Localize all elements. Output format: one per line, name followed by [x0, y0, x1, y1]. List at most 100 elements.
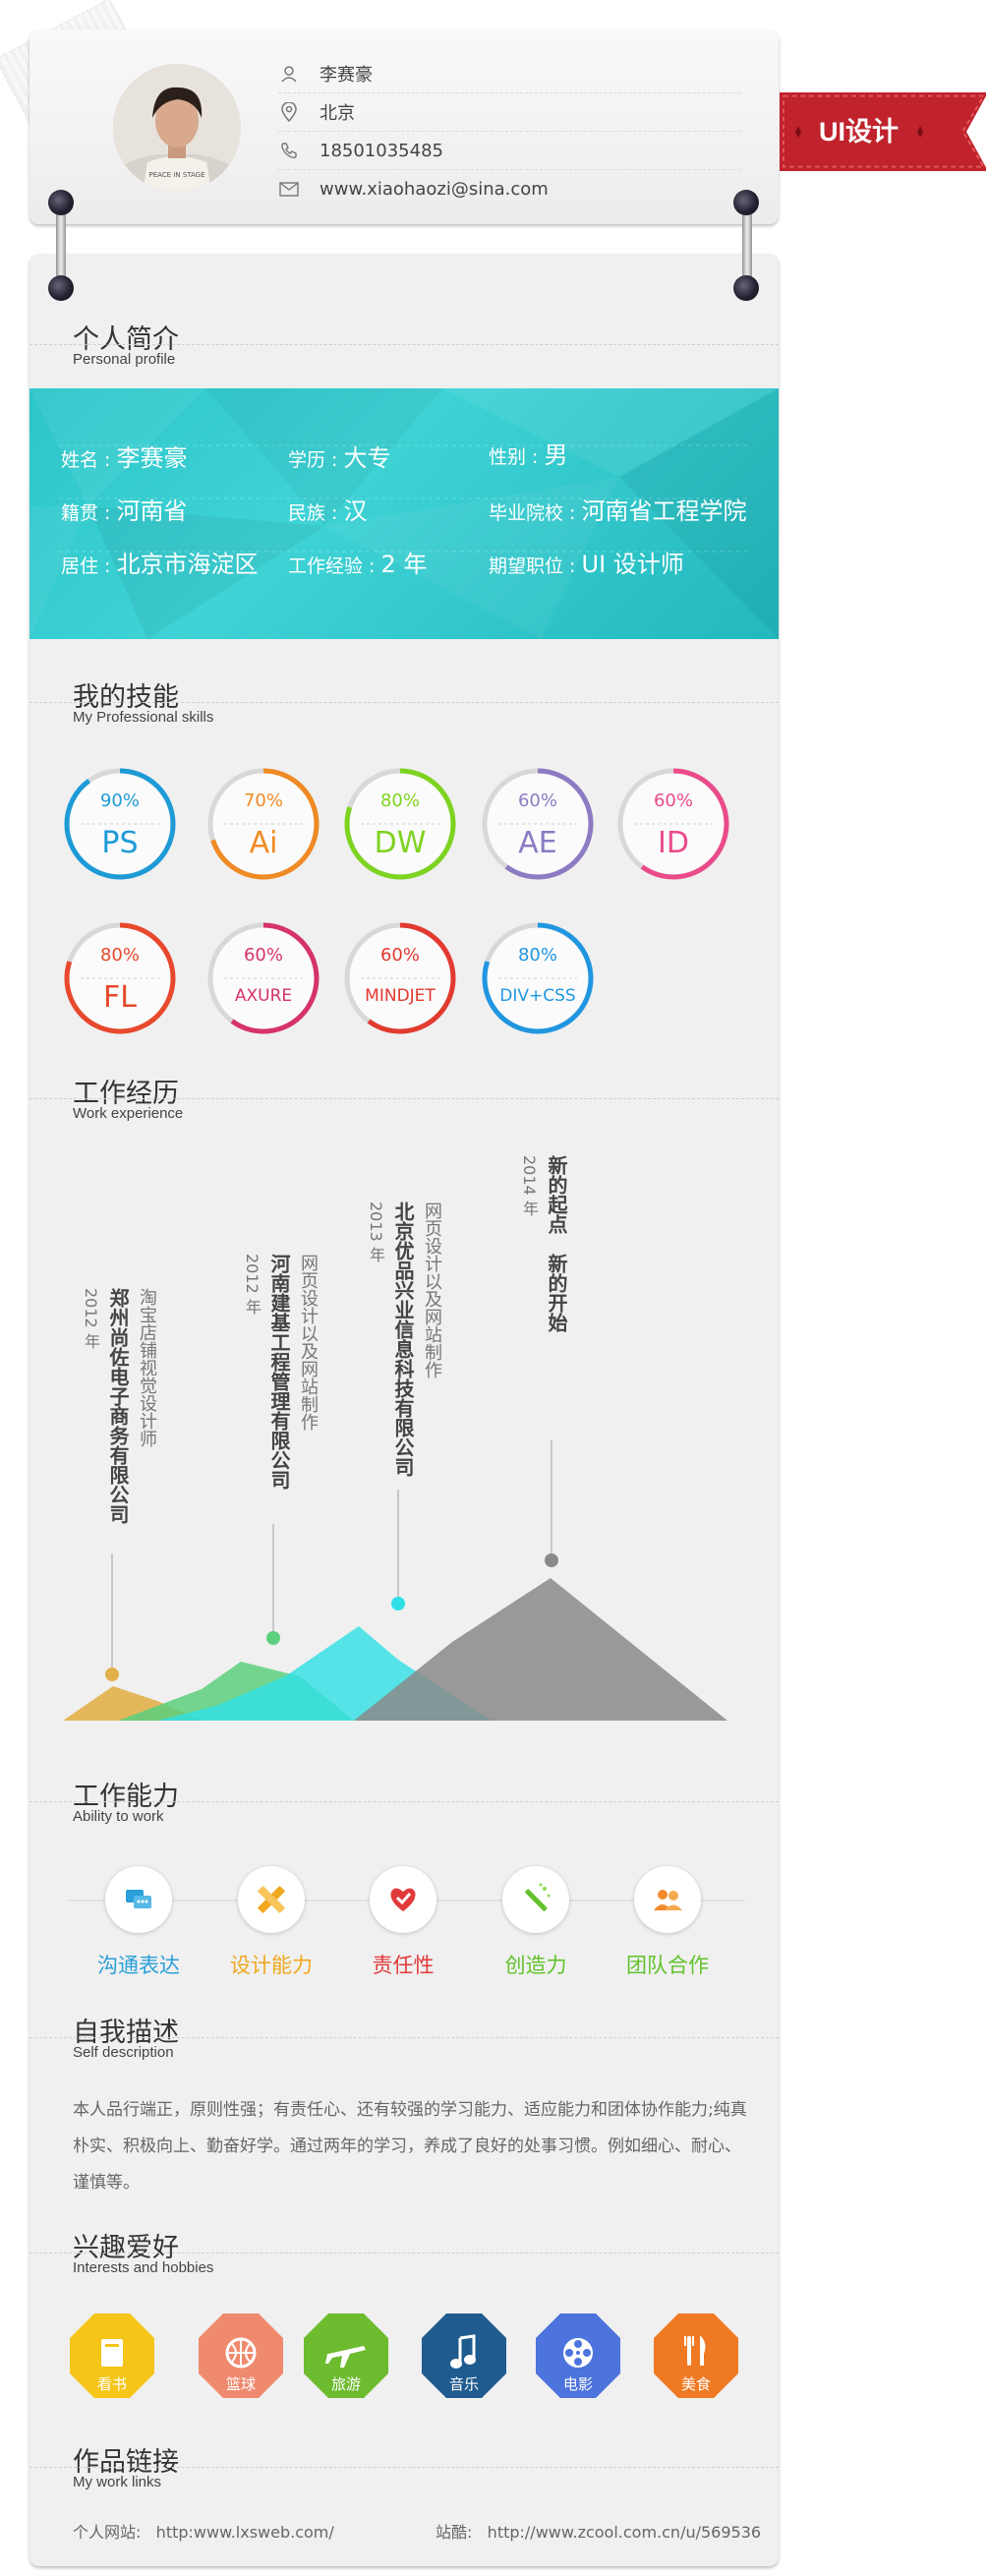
- profile-subtitle: Personal profile: [73, 351, 176, 368]
- skill-ring-ps: 90% PS: [59, 763, 181, 885]
- exp-year: 2012 年: [243, 1254, 262, 1315]
- personal-site-link[interactable]: 个人网站: http:www.lxsweb.com/: [73, 2519, 334, 2543]
- profile-ethnic-label: 民族 :: [288, 502, 338, 524]
- personal-site-url[interactable]: http:www.lxsweb.com/: [156, 2523, 334, 2542]
- profile-school: 毕业院校 : 河南省工程学院: [489, 492, 747, 526]
- hobby-label: 音乐: [448, 2375, 479, 2393]
- exp-company: 北京优品兴业信息科技有限公司: [391, 1201, 415, 1477]
- skill-name: DW: [374, 826, 427, 860]
- skill-percent: 60%: [517, 790, 557, 811]
- exp-role: 新的开始: [545, 1254, 568, 1332]
- profile-school-value: 河南省工程学院: [581, 498, 747, 525]
- ability-label: 责任性: [372, 1954, 435, 1977]
- timeline-dot-2013: [391, 1597, 405, 1610]
- self-description-text: 本人品行端正，原则性强；有责任心、还有较强的学习能力、适应能力和团体协作能力;纯…: [73, 2100, 747, 2193]
- skill-percent: 60%: [379, 945, 420, 966]
- self-subtitle: Self description: [73, 2044, 174, 2061]
- skill-name: PS: [101, 826, 139, 860]
- ability-label: 团队合作: [626, 1954, 709, 1977]
- contact-name: 李赛豪: [320, 65, 373, 86]
- exp-company: 郑州尚佐电子商务有限公司: [106, 1288, 130, 1524]
- profile-gender: 性别 : 男: [489, 436, 568, 470]
- zcool-link[interactable]: 站酷: http://www.zcool.com.cn/u/569536: [436, 2519, 761, 2543]
- binder-pin-top-right: [733, 190, 759, 215]
- ability-label: 沟通表达: [97, 1954, 180, 1977]
- ability-badge: [502, 1866, 569, 1933]
- exp-role: 淘宝店铺视觉设计师: [137, 1288, 157, 1447]
- profile-edu-value: 大专: [343, 444, 391, 472]
- timeline-dot-2012-a: [105, 1668, 119, 1681]
- skills-subtitle: My Professional skills: [73, 709, 214, 726]
- exp-company: 河南建基工程管理有限公司: [267, 1254, 291, 1490]
- ability-badge: [634, 1866, 701, 1933]
- profile-years-label: 工作经验 :: [288, 556, 376, 577]
- magic-wand-icon: [525, 1883, 551, 1911]
- timeline-dot-2014: [545, 1553, 558, 1567]
- profile-gender-value: 男: [544, 441, 568, 469]
- skill-ring-divcss: 80% DIV+CSS: [477, 917, 599, 1039]
- skill-name: ID: [658, 826, 689, 860]
- skill-percent: 60%: [243, 945, 283, 966]
- contact-phone[interactable]: 18501035485: [320, 141, 443, 161]
- profile-name-label: 姓名 :: [61, 449, 111, 471]
- hobby-label: 看书: [96, 2375, 127, 2393]
- film-reel-icon: [563, 2338, 593, 2368]
- profile-experience-years: 工作经验 : 2 年: [288, 545, 427, 579]
- exp-year: 2013 年: [367, 1201, 385, 1262]
- skill-name: MINDJET: [365, 986, 436, 1006]
- divider: [29, 2037, 779, 2038]
- hobby-label: 美食: [680, 2375, 711, 2393]
- ability-label: 设计能力: [230, 1954, 313, 1977]
- experience-item-4: 新的开始 新的起点 2014 年: [517, 1155, 596, 1352]
- team-icon: [654, 1890, 682, 1910]
- profile-position-label: 期望职位 :: [489, 556, 576, 577]
- skill-percent: 80%: [99, 945, 140, 966]
- heart-icon: [390, 1888, 416, 1911]
- ability-label: 创造力: [504, 1954, 567, 1977]
- contact-email[interactable]: www.xiaohaozi@sina.com: [320, 179, 549, 200]
- profile-ethnicity: 民族 : 汉: [288, 492, 368, 526]
- profile-school-label: 毕业院校 :: [489, 502, 576, 524]
- profile-origin: 籍贯 : 河南省: [61, 492, 188, 526]
- hobby-book: 看书: [69, 2313, 155, 2399]
- exp-role: 网页设计以及网站制作: [422, 1201, 442, 1378]
- skill-name: DIV+CSS: [499, 986, 576, 1006]
- profile-gender-label: 性别 :: [489, 446, 539, 468]
- divider: [29, 344, 779, 345]
- ability-subtitle: Ability to work: [73, 1808, 164, 1825]
- book-icon: [101, 2339, 123, 2367]
- profile-residence-value: 北京市海淀区: [116, 551, 259, 578]
- zcool-label: 站酷:: [436, 2523, 473, 2542]
- location-pin-icon: [278, 101, 300, 123]
- zcool-url[interactable]: http://www.zcool.com.cn/u/569536: [488, 2523, 761, 2542]
- hobby-label: 旅游: [330, 2375, 361, 2393]
- experience-item-2: 网页设计以及网站制作 河南建基工程管理有限公司 2012 年: [240, 1254, 319, 1509]
- binder-pin-bottom-left: [48, 275, 74, 301]
- skill-ring-fl: 80% FL: [59, 917, 181, 1039]
- experience-item-1: 淘宝店铺视觉设计师 郑州尚佐电子商务有限公司 2012 年: [79, 1288, 157, 1544]
- ability-badge: [370, 1866, 436, 1933]
- links-subtitle: My work links: [73, 2474, 162, 2490]
- pencil-ruler-icon: [258, 1886, 285, 1913]
- user-icon: [278, 63, 300, 85]
- mountain-2014: [354, 1578, 727, 1721]
- chat-icon: [126, 1890, 151, 1908]
- profile-years-value: 2 年: [380, 551, 428, 578]
- divider: [29, 2253, 779, 2254]
- ability-badge: [238, 1866, 305, 1933]
- exp-role: 网页设计以及网站制作: [298, 1254, 319, 1431]
- skill-name: AXURE: [234, 986, 293, 1006]
- hobby-music: 音乐: [421, 2313, 507, 2399]
- contact-name-row: 李赛豪: [278, 55, 740, 93]
- skill-percent: 70%: [243, 790, 283, 811]
- skill-name: FL: [103, 980, 137, 1015]
- experience-item-3: 网页设计以及网站制作 北京优品兴业信息科技有限公司 2013 年: [364, 1201, 442, 1477]
- timeline-dot-2012-b: [266, 1631, 280, 1645]
- skill-ring-mindjet: 60% MINDJET: [339, 917, 461, 1039]
- contact-city-row: 北京: [278, 93, 740, 132]
- hobbies-subtitle: Interests and hobbies: [73, 2259, 214, 2276]
- avatar: PEACE IN STAGE: [113, 64, 241, 192]
- skill-ring-dw: 80% DW: [339, 763, 461, 885]
- ability-badge: [105, 1866, 172, 1933]
- hobby-basketball: 篮球: [198, 2313, 284, 2399]
